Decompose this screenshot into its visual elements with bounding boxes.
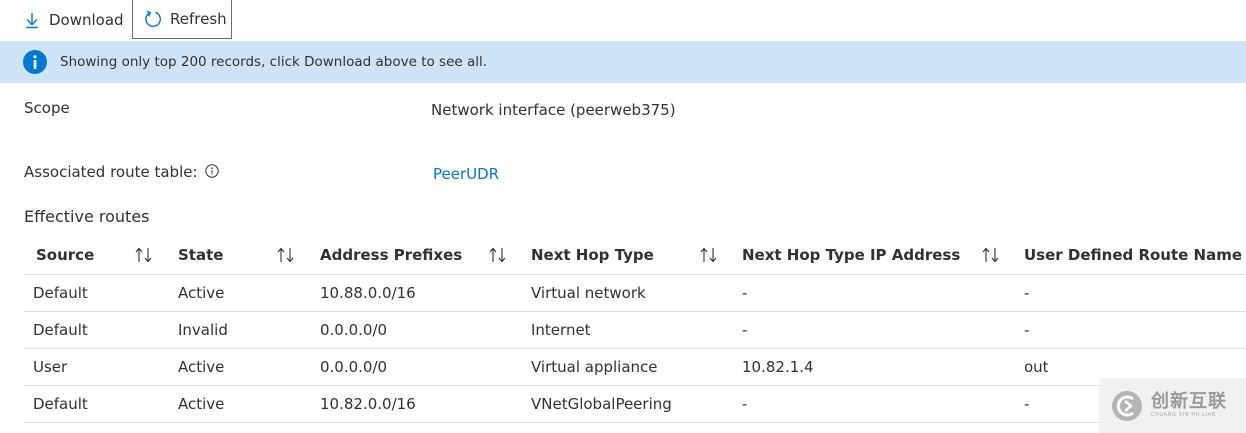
route-table-link[interactable]: PeerUDR xyxy=(433,165,499,183)
cell-address-prefix: 0.0.0.0/0 xyxy=(320,321,388,339)
column-label: State xyxy=(178,246,224,264)
scope-label: Scope xyxy=(24,99,70,117)
cell-source: Default xyxy=(33,284,88,302)
cell-next-hop-ip: - xyxy=(742,395,748,413)
table-row[interactable]: Default Active 10.82.0.0/16 VNetGlobalPe… xyxy=(24,385,1246,423)
route-table-label: Associated route table: xyxy=(24,163,198,181)
table-row[interactable]: Default Active 10.88.0.0/16 Virtual netw… xyxy=(24,274,1246,312)
cell-route-name: - xyxy=(1024,395,1030,413)
cell-address-prefix: 0.0.0.0/0 xyxy=(320,358,388,376)
cell-state: Active xyxy=(178,395,225,413)
download-button[interactable]: Download xyxy=(22,0,130,39)
cell-state: Invalid xyxy=(178,321,228,339)
watermark-cn: 创新互联 xyxy=(1151,391,1227,412)
cell-next-hop-type: VNetGlobalPeering xyxy=(531,395,672,413)
cell-address-prefix: 10.82.0.0/16 xyxy=(320,395,416,413)
column-label: Source xyxy=(36,246,95,264)
sort-icon[interactable] xyxy=(488,246,508,264)
cell-source: User xyxy=(33,358,68,376)
table-row[interactable]: User Active 0.0.0.0/0 Virtual appliance … xyxy=(24,348,1246,386)
cell-next-hop-type: Virtual network xyxy=(531,284,646,302)
watermark-en: CHUANG XIN HU LIAN xyxy=(1151,412,1216,418)
column-label: User Defined Route Name xyxy=(1024,246,1243,264)
cell-source: Default xyxy=(33,321,88,339)
sort-icon[interactable] xyxy=(699,246,719,264)
column-header-next-hop-type[interactable]: Next Hop Type xyxy=(519,236,730,275)
route-table-label-row: Associated route table: xyxy=(24,163,220,181)
section-title: Effective routes xyxy=(24,207,150,226)
column-label: Address Prefixes xyxy=(320,246,463,264)
refresh-icon xyxy=(143,9,163,29)
info-banner: Showing only top 200 records, click Down… xyxy=(0,41,1246,83)
cell-next-hop-type: Virtual appliance xyxy=(531,358,658,376)
watermark: 创新互联 CHUANG XIN HU LIAN xyxy=(1099,378,1246,433)
table-row[interactable]: Default Invalid 0.0.0.0/0 Internet - - xyxy=(24,311,1246,349)
cell-next-hop-type: Internet xyxy=(531,321,591,339)
column-label: Next Hop Type IP Address xyxy=(742,246,961,264)
cell-next-hop-ip: 10.82.1.4 xyxy=(742,358,814,376)
column-header-address-prefixes[interactable]: Address Prefixes xyxy=(308,236,519,275)
table-header-row: Source State Address Prefixes Next Hop T… xyxy=(24,236,1246,275)
info-circle-icon[interactable] xyxy=(205,164,220,178)
column-header-next-hop-ip[interactable]: Next Hop Type IP Address xyxy=(730,236,1012,275)
cell-next-hop-ip: - xyxy=(742,284,748,302)
sort-icon[interactable] xyxy=(981,246,1001,264)
cell-route-name: - xyxy=(1024,284,1030,302)
column-header-state[interactable]: State xyxy=(166,236,308,275)
cell-source: Default xyxy=(33,395,88,413)
cell-next-hop-ip: - xyxy=(742,321,748,339)
banner-text: Showing only top 200 records, click Down… xyxy=(60,54,488,70)
watermark-logo-icon xyxy=(1111,390,1143,422)
column-label: Next Hop Type xyxy=(531,246,654,264)
refresh-label: Refresh xyxy=(170,10,227,28)
column-header-user-defined-route-name[interactable]: User Defined Route Name xyxy=(1012,236,1246,275)
toolbar: Download Refresh xyxy=(0,0,1246,40)
info-icon xyxy=(23,50,47,74)
scope-value: Network interface (peerweb375) xyxy=(431,101,676,119)
sort-icon[interactable] xyxy=(134,246,154,264)
refresh-button[interactable]: Refresh xyxy=(132,0,232,39)
download-icon xyxy=(22,10,42,30)
sort-icon[interactable] xyxy=(276,246,296,264)
routes-table: Source State Address Prefixes Next Hop T… xyxy=(24,236,1246,423)
cell-state: Active xyxy=(178,284,225,302)
column-header-source[interactable]: Source xyxy=(24,236,166,275)
cell-route-name: out xyxy=(1024,358,1049,376)
cell-route-name: - xyxy=(1024,321,1030,339)
cell-address-prefix: 10.88.0.0/16 xyxy=(320,284,416,302)
cell-state: Active xyxy=(178,358,225,376)
download-label: Download xyxy=(49,10,124,29)
watermark-text: 创新互联 CHUANG XIN HU LIAN xyxy=(1151,392,1227,419)
